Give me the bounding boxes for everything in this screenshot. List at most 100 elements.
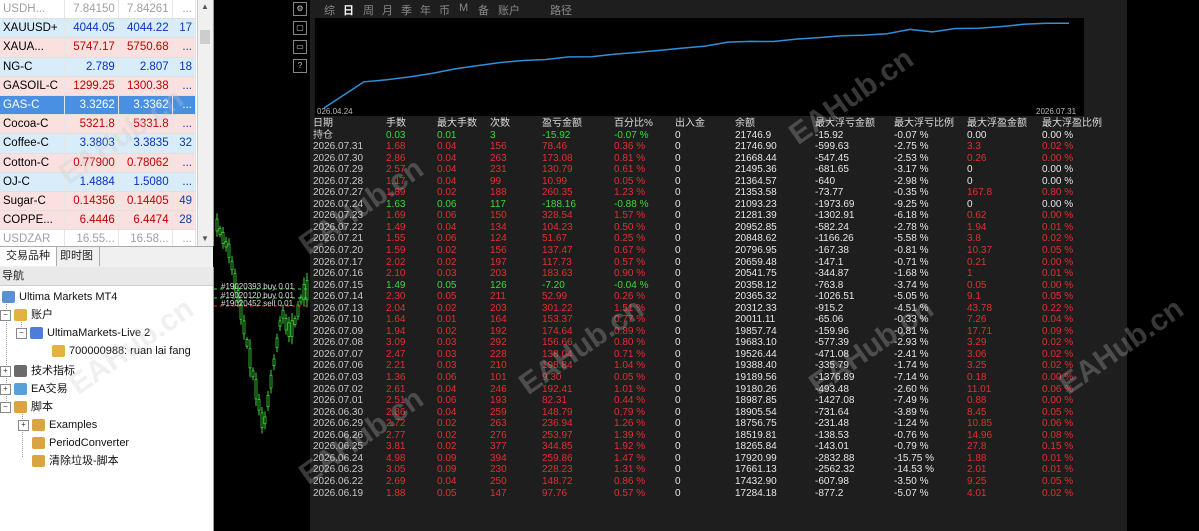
table-cell: 0 [675, 325, 681, 337]
navigator-root[interactable]: Ultima Markets MT4 [2, 289, 117, 306]
table-cell: 0.57 % [614, 256, 646, 268]
market-watch-row[interactable]: XAUUSD+ 4044.05 4044.22 17 [0, 18, 197, 39]
table-cell: 0.15 % [1042, 441, 1074, 453]
tab-tick-chart[interactable]: 即时图 [54, 247, 100, 266]
tab-trade-symbols[interactable]: 交易品种 [0, 247, 57, 266]
report-tab[interactable]: 周 [363, 2, 374, 18]
table-cell: -0.33 % [894, 314, 929, 326]
table-cell: 18905.54 [735, 406, 777, 418]
table-cell: 0.01 % [1042, 268, 1074, 280]
table-cell: 1 [967, 268, 973, 280]
nav-server[interactable]: − UltimaMarkets-Live 2 [16, 325, 150, 342]
table-cell: 0 [675, 464, 681, 476]
report-tab[interactable]: 账户 [498, 2, 520, 18]
table-cell: -5.07 % [894, 487, 929, 499]
table-cell: -2832.88 [815, 452, 855, 464]
report-tab[interactable]: M [459, 2, 468, 14]
market-watch-scrollbar[interactable]: ▲ ▼ [197, 0, 213, 246]
market-watch-row[interactable]: Cocoa-C 5321.8 5331.8... [0, 114, 197, 135]
report-tab[interactable]: 月 [382, 2, 393, 18]
report-tab[interactable]: 备 [478, 2, 489, 18]
table-cell: 0 [675, 348, 681, 360]
table-cell: 0 [675, 406, 681, 418]
report-tab[interactable]: 路径 [550, 2, 572, 18]
nav-account[interactable]: 700000988: ruan lai fang [52, 343, 191, 360]
collapse-icon[interactable]: − [16, 327, 27, 339]
table-cell: 0.06 [437, 233, 457, 245]
table-cell: 0.05 % [1042, 291, 1074, 303]
report-panel: 综日周月季年币 M 备账户 路径 026.04.24 2026.07.31 日期 手数 最… [310, 0, 1127, 531]
market-watch-row[interactable]: USDH... 7.84150 7.84261... [0, 0, 197, 20]
table-cell: -599.63 [815, 141, 849, 153]
table-cell: 盈亏金额 [542, 118, 582, 129]
table-cell: 0.01 % [1042, 221, 1074, 233]
report-tab[interactable]: 年 [420, 2, 431, 18]
table-cell: 1.64 [386, 314, 406, 326]
market-watch-spread: ... [172, 95, 197, 116]
table-cell: 2.21 [386, 360, 406, 372]
table-cell: 0.02 % [1042, 360, 1074, 372]
market-watch-bid: 7.84150 [64, 0, 119, 20]
market-watch-row[interactable]: COPPE... 6.4446 6.4474 28 [0, 210, 197, 231]
table-cell: 344.85 [542, 441, 573, 453]
table-cell: 0.79 % [614, 406, 646, 418]
market-watch-row[interactable]: NG-C 2.789 2.807 18 [0, 57, 197, 77]
table-cell: 1.26 % [614, 418, 646, 430]
market-watch-row[interactable]: Coffee-C 3.3803 3.3835 32 [0, 133, 197, 154]
table-cell: 2026.06.29 [313, 418, 364, 430]
window-icon[interactable]: ▢ [293, 21, 307, 35]
market-watch-row[interactable]: GAS-C 3.3262 3.3362... [0, 95, 197, 116]
table-cell: 手数 [386, 118, 406, 129]
table-cell: 出入金 [675, 118, 705, 129]
nav-clean-script[interactable]: 清除垃圾-脚本 [32, 453, 119, 470]
settings-icon[interactable]: ⚙ [293, 2, 307, 16]
nav-period-converter[interactable]: PeriodConverter [32, 435, 129, 452]
table-row: 2026.07.30 2.86 0.04 263 173.08 0.81 % 0 21668.… [310, 153, 1127, 165]
report-tab[interactable]: 币 [439, 2, 450, 18]
market-watch-spread: ... [172, 229, 197, 246]
help-icon[interactable]: ? [293, 59, 307, 73]
table-cell: -1.68 % [894, 268, 929, 280]
table-cell: 10.99 [542, 175, 568, 187]
expand-icon[interactable]: + [18, 419, 29, 431]
table-cell: 192.41 [542, 383, 573, 395]
market-watch-ask: 16.58... [118, 229, 173, 246]
right-chart-area [1127, 0, 1199, 531]
report-tab[interactable]: 综 [324, 2, 335, 18]
nav-examples[interactable]: + Examples [18, 417, 97, 434]
market-watch-row[interactable]: OJ-C 1.4884 1.5080... [0, 172, 197, 192]
report-tab[interactable]: 季 [401, 2, 412, 18]
table-cell: -231.48 [815, 418, 849, 430]
market-watch-row[interactable]: XAUA... 5747.17 5750.68... [0, 37, 197, 58]
table-cell: 82.31 [542, 395, 568, 407]
market-watch-row[interactable]: GASOIL-C 1299.25 1300.38... [0, 76, 197, 96]
collapse-icon[interactable]: − [0, 309, 11, 321]
table-cell: 0 [675, 291, 681, 303]
scroll-thumb[interactable] [200, 30, 210, 44]
collapse-icon[interactable]: − [0, 401, 11, 413]
report-tab[interactable]: 日 [343, 2, 354, 18]
market-watch-row[interactable]: Sugar-C 0.14356 0.14405 49 [0, 191, 197, 212]
market-watch-bid: 3.3262 [64, 95, 119, 116]
market-watch-ask: 5331.8 [118, 114, 173, 135]
nav-scripts[interactable]: − 脚本 [0, 399, 53, 416]
nav-indicators[interactable]: + 技术指标 [0, 363, 75, 380]
table-cell: 259 [490, 406, 507, 418]
market-watch-row[interactable]: USDZAR 16.55... 16.58...... [0, 229, 197, 246]
window-icon[interactable]: ▭ [293, 40, 307, 54]
expand-icon[interactable]: + [0, 383, 11, 395]
table-cell: -5.05 % [894, 291, 929, 303]
scroll-down-icon[interactable]: ▼ [201, 234, 209, 243]
nav-ea[interactable]: + EA交易 [0, 381, 68, 398]
table-cell: 最大浮盈比例 [1042, 118, 1102, 129]
expand-icon[interactable]: + [0, 365, 11, 377]
market-watch-symbol: XAUA... [0, 37, 65, 58]
scroll-up-icon[interactable]: ▲ [201, 2, 209, 11]
table-cell: -731.64 [815, 406, 849, 418]
nav-accounts[interactable]: − 账户 [0, 307, 53, 324]
market-watch-symbol: COPPE... [0, 210, 65, 231]
table-cell: 2026.07.15 [313, 279, 364, 291]
table-cell: -681.65 [815, 164, 849, 176]
market-watch-ask: 6.4474 [118, 210, 173, 231]
market-watch-row[interactable]: Cotton-C 0.77900 0.78062... [0, 153, 197, 173]
